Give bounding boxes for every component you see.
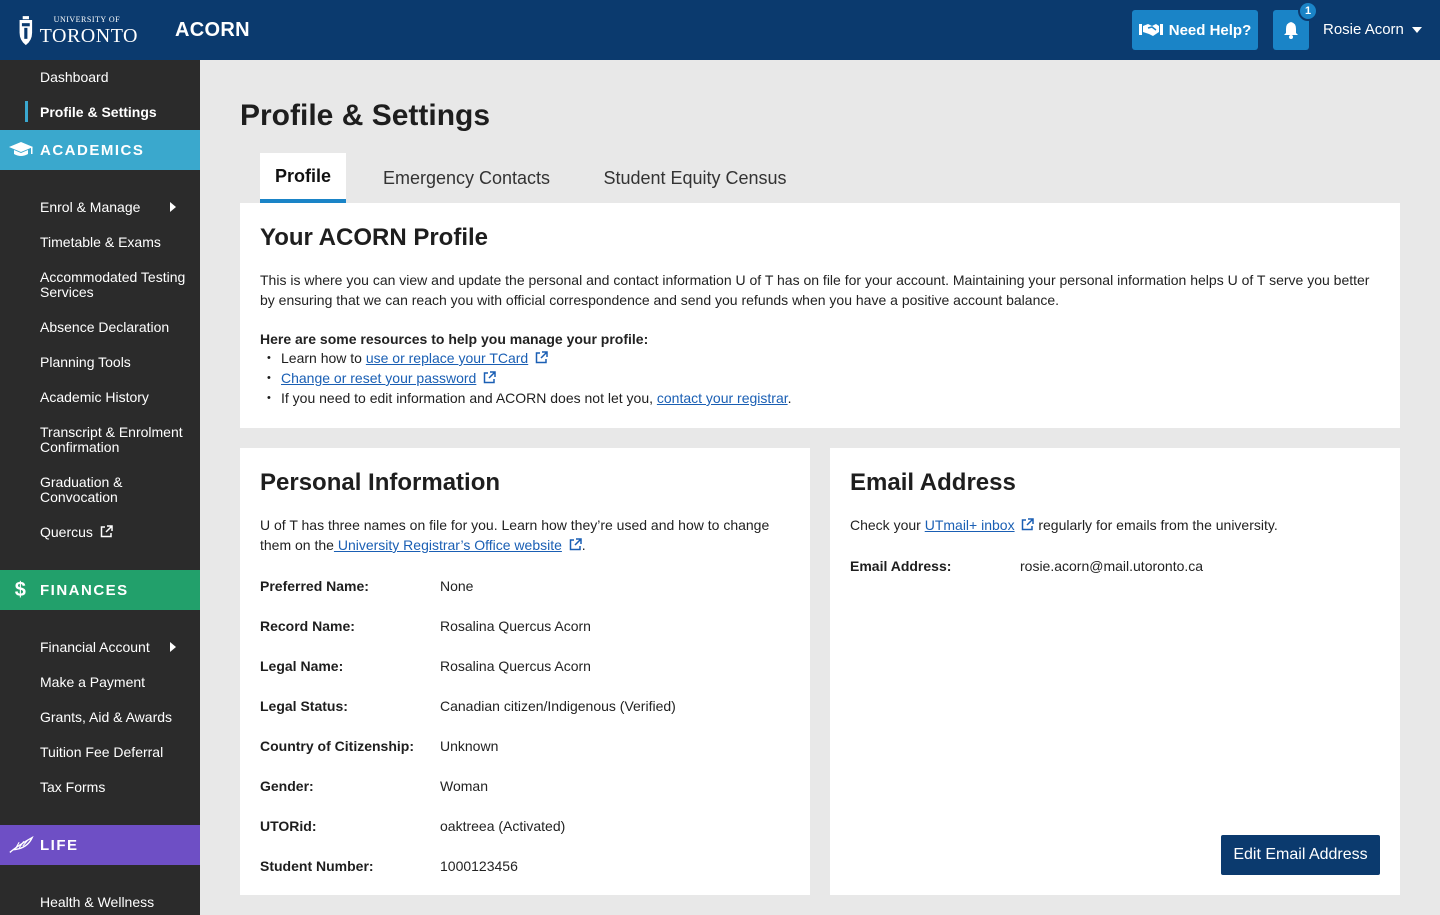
personal-info-title: Personal Information xyxy=(260,469,501,496)
resource-3-prefix: If you need to edit information and ACOR… xyxy=(281,390,657,406)
list-item: Change or reset your password xyxy=(260,368,792,388)
preferred-name-value: None xyxy=(440,578,474,594)
sidebar-item-quercus-label: Quercus xyxy=(40,524,93,540)
legal-name-value: Rosalina Quercus Acorn xyxy=(440,658,591,674)
chevron-right-icon[interactable] xyxy=(170,202,176,212)
preferred-name-label: Preferred Name: xyxy=(260,578,369,594)
citizenship-value: Unknown xyxy=(440,738,499,754)
personal-info-intro: U of T has three names on file for you. … xyxy=(260,515,790,555)
sidebar-item-absence-declaration[interactable]: Absence Declaration xyxy=(40,320,190,335)
sidebar-item-dashboard[interactable]: Dashboard xyxy=(40,70,190,85)
record-name-label: Record Name: xyxy=(260,618,355,634)
section-finances-label: FINANCES xyxy=(40,581,129,599)
user-menu[interactable]: Rosie Acorn xyxy=(1323,21,1422,38)
sidebar-item-quercus[interactable]: Quercus xyxy=(40,525,190,540)
tab-emergency-contacts[interactable]: Emergency Contacts xyxy=(366,153,567,203)
external-link-icon xyxy=(100,525,113,538)
email-address-label: Email Address: xyxy=(850,558,952,574)
logo-big-text: TORONTO xyxy=(39,25,138,47)
sidebar-item-profile-settings[interactable]: Profile & Settings xyxy=(40,105,190,120)
bell-icon xyxy=(1284,22,1298,39)
external-link-icon xyxy=(535,351,548,364)
sidebar-item-tax-forms[interactable]: Tax Forms xyxy=(40,780,190,795)
sidebar-item-grants-aid[interactable]: Grants, Aid & Awards xyxy=(40,710,190,725)
handshake-icon xyxy=(1138,24,1163,36)
uoft-logo[interactable]: UNIVERSITY OF TORONTO xyxy=(18,10,138,52)
email-check-prefix: Check your xyxy=(850,517,925,533)
section-academics: ACADEMICS xyxy=(0,130,200,170)
section-life: LIFE xyxy=(0,825,200,865)
utorid-value: oaktreea (Activated) xyxy=(440,818,566,834)
caret-down-icon xyxy=(1411,26,1422,33)
gender-value: Woman xyxy=(440,778,488,794)
email-title: Email Address xyxy=(850,469,1016,496)
edit-email-button[interactable]: Edit Email Address xyxy=(1221,835,1380,875)
legal-name-label: Legal Name: xyxy=(260,658,344,674)
resource-3-suffix: . xyxy=(787,390,792,406)
registrar-office-link[interactable]: University Registrar’s Office website xyxy=(334,537,562,553)
utorid-label: UTORid: xyxy=(260,818,317,834)
resources-heading: Here are some resources to help you mana… xyxy=(260,331,649,347)
uoft-crest-icon xyxy=(19,16,33,46)
top-header: UNIVERSITY OF TORONTO ACORN Need Help? 1… xyxy=(0,0,1440,60)
profile-intro-text: This is where you can view and update th… xyxy=(260,272,1370,308)
sidebar-item-timetable-exams[interactable]: Timetable & Exams xyxy=(40,235,190,250)
student-number-value: 1000123456 xyxy=(440,858,518,874)
logo-small-text: UNIVERSITY OF xyxy=(53,15,121,24)
sidebar-item-make-payment[interactable]: Make a Payment xyxy=(40,675,190,690)
password-link[interactable]: Change or reset your password xyxy=(281,370,476,386)
utmail-inbox-link[interactable]: UTmail+ inbox xyxy=(925,517,1015,533)
sidebar-item-health-wellness[interactable]: Health & Wellness xyxy=(40,895,190,910)
citizenship-label: Country of Citizenship: xyxy=(260,738,414,754)
section-life-label: LIFE xyxy=(40,836,79,854)
feather-icon xyxy=(9,836,34,853)
tab-profile[interactable]: Profile xyxy=(260,153,346,203)
dollar-icon: $ xyxy=(14,578,28,601)
section-finances: $ FINANCES xyxy=(0,570,200,610)
section-academics-label: ACADEMICS xyxy=(40,141,145,159)
sidebar-item-financial-account[interactable]: Financial Account xyxy=(40,640,190,655)
email-check-text: Check your UTmail+ inbox regularly for e… xyxy=(850,515,1380,535)
personal-info-card: Personal Information U of T has three na… xyxy=(240,448,810,895)
student-number-label: Student Number: xyxy=(260,858,374,874)
external-link-icon xyxy=(483,371,496,384)
list-item: If you need to edit information and ACOR… xyxy=(260,388,792,408)
email-card: Email Address Check your UTmail+ inbox r… xyxy=(830,448,1400,895)
sidebar-item-transcript[interactable]: Transcript & Enrolment Confirmation xyxy=(40,425,190,455)
active-indicator xyxy=(25,101,28,122)
sidebar-item-tuition-deferral[interactable]: Tuition Fee Deferral xyxy=(40,745,190,760)
email-check-suffix: regularly for emails from the university… xyxy=(1034,517,1278,533)
resource-1-prefix: Learn how to xyxy=(281,350,366,366)
page-title: Profile & Settings xyxy=(240,99,491,132)
sidebar-item-graduation[interactable]: Graduation & Convocation xyxy=(40,475,190,505)
sidebar-item-planning-tools[interactable]: Planning Tools xyxy=(40,355,190,370)
sidebar-item-academic-history[interactable]: Academic History xyxy=(40,390,190,405)
email-address-value: rosie.acorn@mail.utoronto.ca xyxy=(1020,558,1204,574)
user-name: Rosie Acorn xyxy=(1323,21,1404,38)
chevron-right-icon[interactable] xyxy=(170,642,176,652)
record-name-value: Rosalina Quercus Acorn xyxy=(440,618,591,634)
legal-status-value: Canadian citizen/Indigenous (Verified) xyxy=(440,698,676,714)
acorn-profile-card: Your ACORN Profile This is where you can… xyxy=(240,203,1400,428)
external-link-icon xyxy=(569,538,582,551)
acorn-profile-title: Your ACORN Profile xyxy=(260,224,489,251)
tab-student-equity-census[interactable]: Student Equity Census xyxy=(587,153,803,203)
legal-status-label: Legal Status: xyxy=(260,698,348,714)
external-link-icon xyxy=(1022,518,1035,531)
gender-label: Gender: xyxy=(260,778,314,794)
need-help-button[interactable]: Need Help? xyxy=(1132,10,1258,50)
sidebar-nav: Dashboard Profile & Settings ACADEMICS E… xyxy=(0,60,200,915)
contact-registrar-link[interactable]: contact your registrar xyxy=(657,390,788,406)
resources-list: Learn how to use or replace your TCard C… xyxy=(260,348,792,408)
sidebar-item-enrol-manage[interactable]: Enrol & Manage xyxy=(40,200,190,215)
app-title[interactable]: ACORN xyxy=(175,19,250,42)
personal-intro-suffix: . xyxy=(581,537,586,553)
tcard-link[interactable]: use or replace your TCard xyxy=(366,350,528,366)
graduation-cap-icon xyxy=(9,142,33,156)
list-item: Learn how to use or replace your TCard xyxy=(260,348,792,368)
need-help-label: Need Help? xyxy=(1168,21,1252,39)
notification-count-badge: 1 xyxy=(1298,1,1318,21)
sidebar-item-accommodated-testing[interactable]: Accommodated Testing Services xyxy=(40,270,190,300)
